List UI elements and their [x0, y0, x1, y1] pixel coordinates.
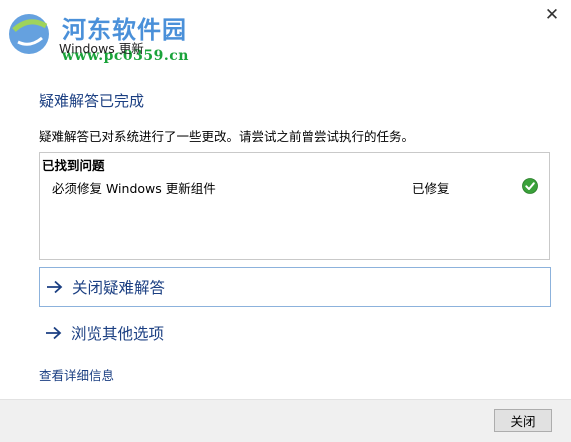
- page-title: 疑难解答已完成: [39, 92, 145, 110]
- issue-status: 已修复: [412, 181, 450, 196]
- arrow-right-icon: [46, 280, 72, 294]
- arrow-right-icon: [45, 326, 71, 340]
- footer-bar: 关闭: [0, 399, 571, 442]
- watermark-logo-icon: [9, 14, 49, 54]
- issue-name: 必须修复 Windows 更新组件: [52, 181, 216, 196]
- explore-options-option[interactable]: 浏览其他选项: [39, 313, 551, 353]
- green-check-icon: [522, 178, 538, 194]
- description-text: 疑难解答已对系统进行了一些更改。请尝试之前曾尝试执行的任务。: [39, 129, 415, 144]
- issues-panel: 已找到问题 必须修复 Windows 更新组件 已修复: [39, 152, 550, 260]
- close-button[interactable]: 关闭: [494, 409, 552, 432]
- view-details-link[interactable]: 查看详细信息: [39, 365, 114, 384]
- close-troubleshooter-option[interactable]: 关闭疑难解答: [39, 267, 551, 307]
- window-title: Windows 更新: [59, 41, 144, 56]
- option-label: 关闭疑难解答: [72, 279, 166, 297]
- option-label: 浏览其他选项: [71, 325, 165, 343]
- issues-header: 已找到问题: [42, 158, 105, 173]
- window-close-icon[interactable]: ✕: [543, 6, 561, 24]
